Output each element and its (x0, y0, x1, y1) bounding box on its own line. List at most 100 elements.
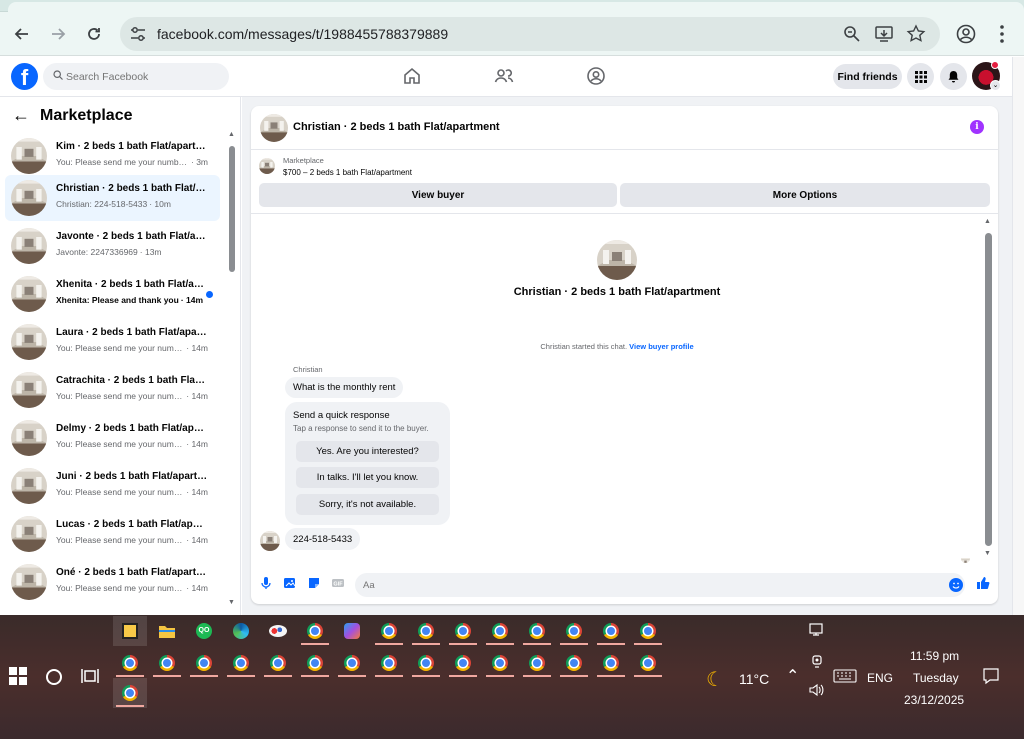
friends-icon[interactable] (493, 65, 515, 87)
active-tab[interactable] (8, 2, 1024, 12)
volume-icon[interactable] (809, 683, 825, 700)
reload-button[interactable] (82, 22, 106, 46)
chrome-taskbar-button[interactable] (298, 648, 332, 678)
conversation-item[interactable]: Christian · 2 beds 1 bath Flat/apartment… (5, 175, 220, 221)
chrome-taskbar-button[interactable] (557, 616, 591, 646)
chrome-taskbar-button[interactable] (372, 616, 406, 646)
chrome-taskbar-button[interactable] (557, 648, 591, 678)
clock-day[interactable]: Tuesday (913, 671, 959, 685)
conversation-item[interactable]: Juni · 2 beds 1 bath Flat/apartment You: … (5, 463, 220, 509)
scroll-down-icon[interactable]: ▼ (984, 550, 991, 557)
message-input-box[interactable] (355, 573, 965, 597)
forward-button[interactable] (46, 22, 70, 46)
search-input[interactable] (66, 63, 226, 90)
show-hidden-icons-icon[interactable]: ⌃ (786, 666, 799, 686)
scrollbar-thumb[interactable] (985, 233, 992, 546)
site-settings-icon[interactable] (128, 24, 148, 44)
quick-response-sorry[interactable]: Sorry, it's not available. (296, 494, 439, 515)
search-box[interactable] (43, 63, 229, 90)
chat-scrollbar[interactable]: ▲ ▼ (982, 218, 994, 563)
listing-thumbnail[interactable] (260, 114, 288, 142)
facebook-logo[interactable]: f (11, 63, 38, 90)
chrome-taskbar-button[interactable] (446, 616, 480, 646)
action-center-icon[interactable] (982, 667, 1000, 688)
task-view-icon[interactable] (81, 668, 99, 684)
chrome-taskbar-button[interactable] (372, 648, 406, 678)
chrome-taskbar-button[interactable] (298, 616, 332, 646)
gif-icon[interactable]: GIF (331, 576, 345, 590)
scroll-down-icon[interactable]: ▼ (228, 599, 235, 606)
sidebar-scrollbar[interactable]: ▲ ▼ (227, 131, 237, 611)
chrome-taskbar-button[interactable] (409, 616, 443, 646)
edge-taskbar-button[interactable] (224, 616, 258, 646)
menu-button[interactable] (907, 63, 934, 90)
back-button[interactable] (10, 22, 34, 46)
chrome-taskbar-button[interactable] (113, 678, 147, 708)
scrollbar-thumb[interactable] (229, 146, 235, 272)
chrome-taskbar-button[interactable] (335, 648, 369, 678)
conversation-item[interactable]: Catrachita · 2 beds 1 bath Flat/apartmen… (5, 367, 220, 413)
windows-start-icon[interactable] (9, 667, 27, 685)
webcam-icon[interactable] (809, 655, 825, 672)
groups-icon[interactable] (585, 65, 607, 87)
emoji-icon[interactable] (949, 578, 963, 592)
chrome-taskbar-button[interactable] (150, 648, 184, 678)
conversation-item[interactable]: Laura · 2 beds 1 bath Flat/apartment You:… (5, 319, 220, 365)
chrome-taskbar-button[interactable] (224, 648, 258, 678)
app-taskbar-button[interactable]: QO (187, 616, 221, 646)
copilot-taskbar-button[interactable] (335, 616, 369, 646)
account-avatar[interactable]: ⌄ (972, 61, 1001, 91)
conversation-item[interactable]: Kim · 2 beds 1 bath Flat/apartment You: P… (5, 133, 220, 179)
conversation-item[interactable]: Xhenita · 2 beds 1 bath Flat/apartment Xh… (5, 271, 220, 317)
listing-price[interactable]: $700 – 2 beds 1 bath Flat/apartment (283, 168, 412, 177)
chrome-taskbar-button[interactable] (261, 648, 295, 678)
scroll-up-icon[interactable]: ▲ (984, 218, 991, 225)
quick-response-in-talks[interactable]: In talks. I'll let you know. (296, 467, 439, 488)
clock-time[interactable]: 11:59 pm (910, 649, 959, 663)
sticker-icon[interactable] (307, 576, 321, 590)
chat-title[interactable]: Christian · 2 beds 1 bath Flat/apartment (293, 121, 500, 133)
conversation-item[interactable]: Delmy · 2 beds 1 bath Flat/apartment You:… (5, 415, 220, 461)
more-options-button[interactable]: More Options (620, 183, 990, 207)
profile-icon[interactable] (954, 22, 978, 46)
page-scrollbar[interactable] (1012, 57, 1024, 617)
sender-avatar[interactable] (260, 531, 280, 551)
scroll-up-icon[interactable]: ▲ (228, 131, 235, 138)
bookmark-star-icon[interactable] (906, 24, 926, 44)
back-arrow-icon[interactable]: ← (12, 105, 30, 126)
chrome-taskbar-button[interactable] (483, 648, 517, 678)
cortana-search-icon[interactable] (46, 669, 62, 685)
quick-response-yes[interactable]: Yes. Are you interested? (296, 441, 439, 462)
zoom-icon[interactable] (842, 24, 862, 44)
moon-weather-icon[interactable]: ☾ (706, 667, 724, 692)
photo-icon[interactable] (283, 576, 297, 590)
conversation-item[interactable]: Lucas · 2 beds 1 bath Flat/apartment You:… (5, 511, 220, 557)
chrome-taskbar-button[interactable] (187, 648, 221, 678)
message-bubble[interactable]: What is the monthly rent (285, 377, 404, 398)
message-bubble[interactable]: 224-518-5433 (285, 528, 361, 550)
message-input[interactable] (363, 573, 933, 597)
language-indicator[interactable]: ENG (867, 671, 893, 685)
thumbs-up-icon[interactable] (976, 576, 990, 590)
chrome-taskbar-button[interactable] (446, 648, 480, 678)
chrome-taskbar-button[interactable] (631, 648, 665, 678)
keyboard-icon[interactable] (833, 669, 857, 686)
conversation-item[interactable]: Oné · 2 beds 1 bath Flat/apartment You: P… (5, 559, 220, 605)
microphone-icon[interactable] (259, 576, 273, 590)
paint-taskbar-button[interactable] (261, 616, 295, 646)
weather-temperature[interactable]: 11°C (739, 671, 769, 687)
info-icon[interactable]: i (970, 120, 984, 134)
chrome-taskbar-button[interactable] (483, 616, 517, 646)
home-icon[interactable] (401, 65, 423, 87)
file-explorer-taskbar-button[interactable] (150, 616, 184, 646)
view-buyer-button[interactable]: View buyer (259, 183, 617, 207)
chrome-taskbar-button[interactable] (594, 616, 628, 646)
sticky-notes-taskbar-button[interactable] (113, 616, 147, 646)
clock-date[interactable]: 23/12/2025 (904, 693, 964, 707)
conversation-item[interactable]: Javonte · 2 beds 1 bath Flat/apartment Ja… (5, 223, 220, 269)
url-text[interactable]: facebook.com/messages/t/1988455788379889 (157, 26, 448, 42)
browser-menu-icon[interactable] (990, 22, 1014, 46)
network-icon[interactable] (809, 623, 825, 640)
chrome-taskbar-button[interactable] (520, 648, 554, 678)
chrome-taskbar-button[interactable] (594, 648, 628, 678)
